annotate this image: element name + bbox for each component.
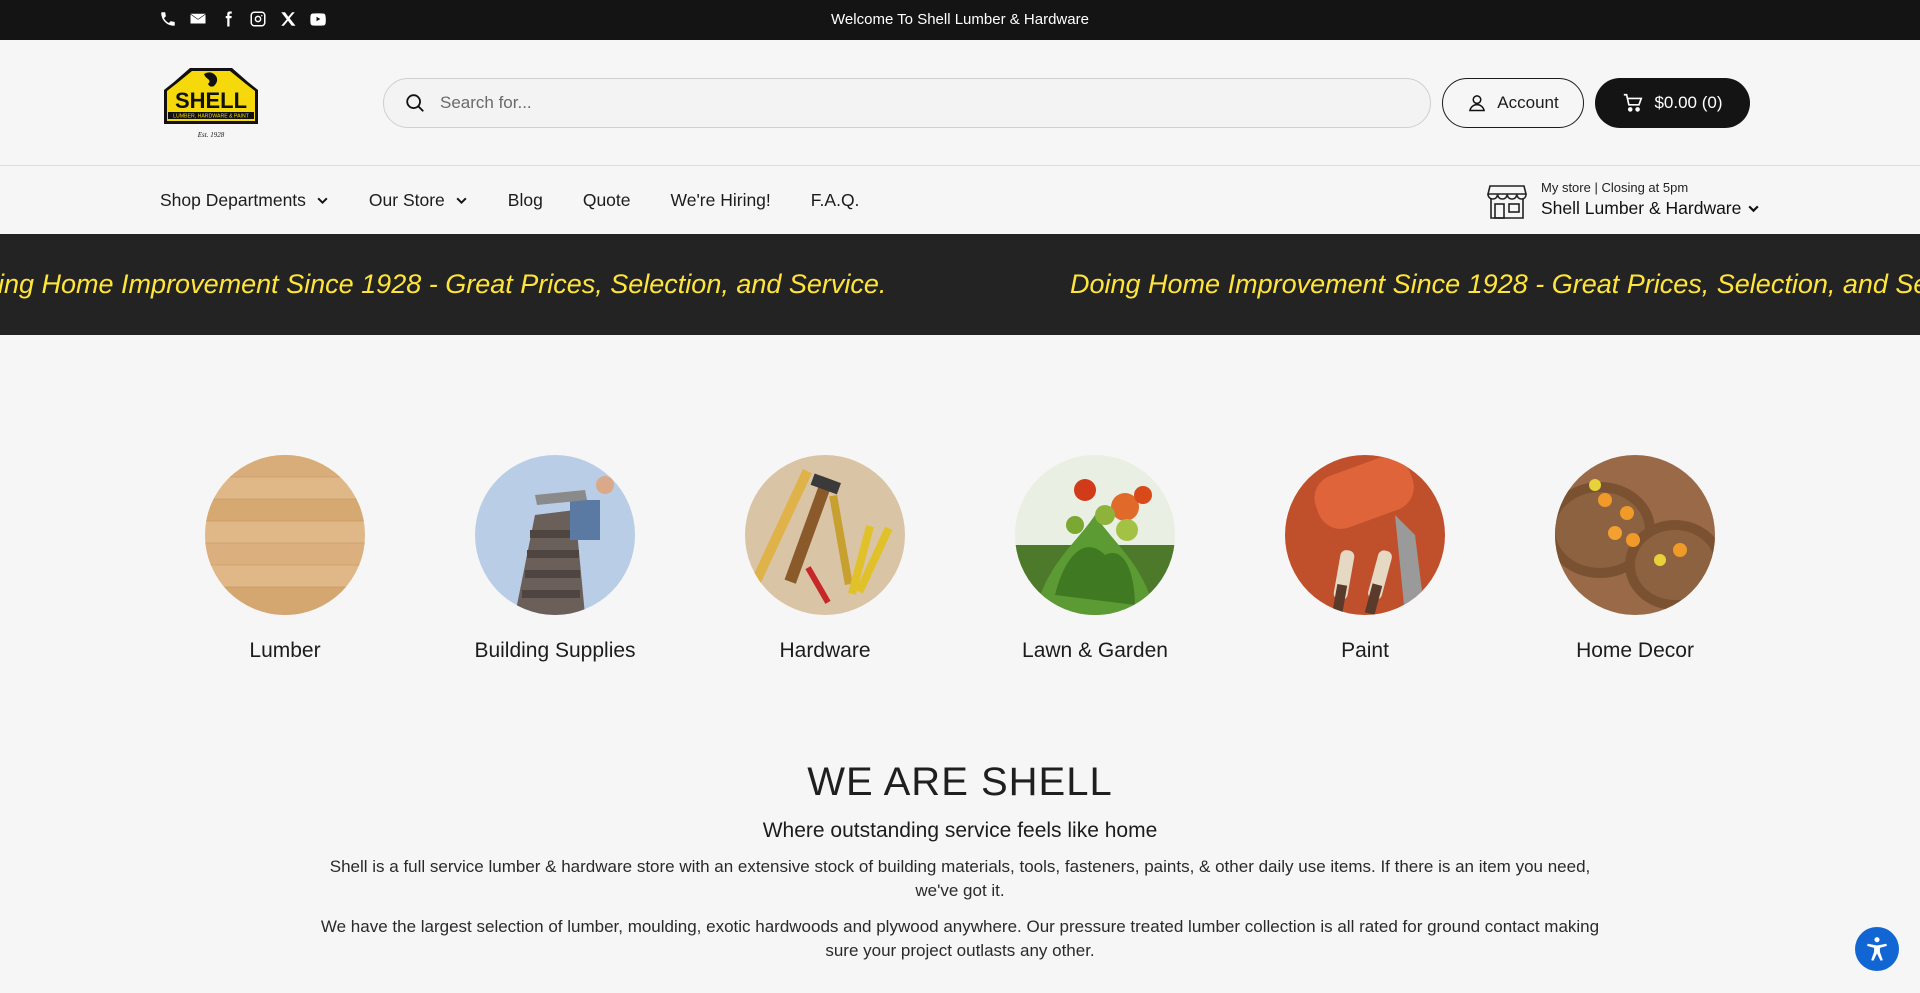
chevron-down-icon [456,197,467,204]
category-label: Building Supplies [474,639,636,662]
building-supplies-image [475,455,635,615]
category-hardware[interactable]: Hardware [700,455,950,663]
account-label: Account [1497,93,1559,112]
svg-text:Est. 1928: Est. 1928 [197,131,225,139]
about-section: WE ARE SHELL Where outstanding service f… [0,760,1920,963]
cart-icon [1624,93,1643,112]
home-decor-image [1555,455,1715,615]
cart-button[interactable]: $0.00 (0) [1595,78,1750,128]
nav-item-shop-departments[interactable]: Shop Departments [160,190,329,211]
lumber-image [205,455,365,615]
store-name: Shell Lumber & Hardware [1541,198,1742,218]
nav-item-hiring[interactable]: We're Hiring! [671,190,771,211]
svg-text:SHELL: SHELL [175,88,247,113]
category-label: Paint [1341,639,1389,662]
about-subtitle: Where outstanding service feels like hom… [762,819,1158,842]
category-lumber[interactable]: Lumber [160,455,410,663]
about-paragraph: Shell is a full service lumber & hardwar… [329,857,1591,900]
lawn-garden-image [1015,455,1175,615]
nav-item-blog[interactable]: Blog [508,190,543,211]
site-header: SHELL LUMBER, HARDWARE & PAINT Est. 1928… [0,40,1920,166]
category-grid: Lumber Building Supplies Hardware Lawn &… [0,455,1920,675]
about-paragraph: We have the largest selection of lumber,… [320,917,1600,960]
nav-item-our-store[interactable]: Our Store [369,190,468,211]
scrolling-announcement-banner: ing Home Improvement Since 1928 - Great … [0,234,1920,335]
banner-message: Doing Home Improvement Since 1928 - Grea… [1070,269,1920,299]
top-announcement-bar: Welcome To Shell Lumber & Hardware [0,0,1920,40]
search-bar[interactable] [383,78,1431,128]
category-lawn-garden[interactable]: Lawn & Garden [970,455,1220,663]
search-icon [406,94,424,112]
category-building-supplies[interactable]: Building Supplies [430,455,680,663]
accessibility-icon [1867,937,1887,961]
main-navigation: Shop Departments Our Store Blog Quote We… [0,166,1920,234]
nav-item-faq[interactable]: F.A.Q. [811,190,860,211]
chevron-down-icon [317,197,328,204]
banner-message: ing Home Improvement Since 1928 - Great … [0,269,887,299]
hardware-image [745,455,905,615]
accessibility-button[interactable] [1855,927,1899,971]
storefront-icon [1487,185,1527,219]
account-button[interactable]: Account [1442,78,1584,128]
nav-item-quote[interactable]: Quote [583,190,631,211]
shell-logo[interactable]: SHELL LUMBER, HARDWARE & PAINT Est. 1928 [160,60,262,144]
user-icon [1469,95,1486,112]
welcome-text: Welcome To Shell Lumber & Hardware [831,11,1089,28]
cart-total: $0.00 (0) [1654,93,1723,112]
search-input[interactable] [440,93,1340,113]
category-label: Home Decor [1576,639,1694,662]
store-hours: My store | Closing at 5pm [1541,180,1689,195]
category-label: Hardware [779,639,871,662]
category-label: Lawn & Garden [1022,639,1168,662]
category-home-decor[interactable]: Home Decor [1510,455,1760,663]
store-selector[interactable]: My store | Closing at 5pm Shell Lumber &… [1487,178,1767,224]
svg-text:LUMBER, HARDWARE & PAINT: LUMBER, HARDWARE & PAINT [173,114,250,120]
about-title: WE ARE SHELL [807,760,1113,804]
category-label: Lumber [249,639,321,662]
paint-image [1285,455,1445,615]
chevron-down-icon [1748,205,1759,213]
category-paint[interactable]: Paint [1240,455,1490,663]
